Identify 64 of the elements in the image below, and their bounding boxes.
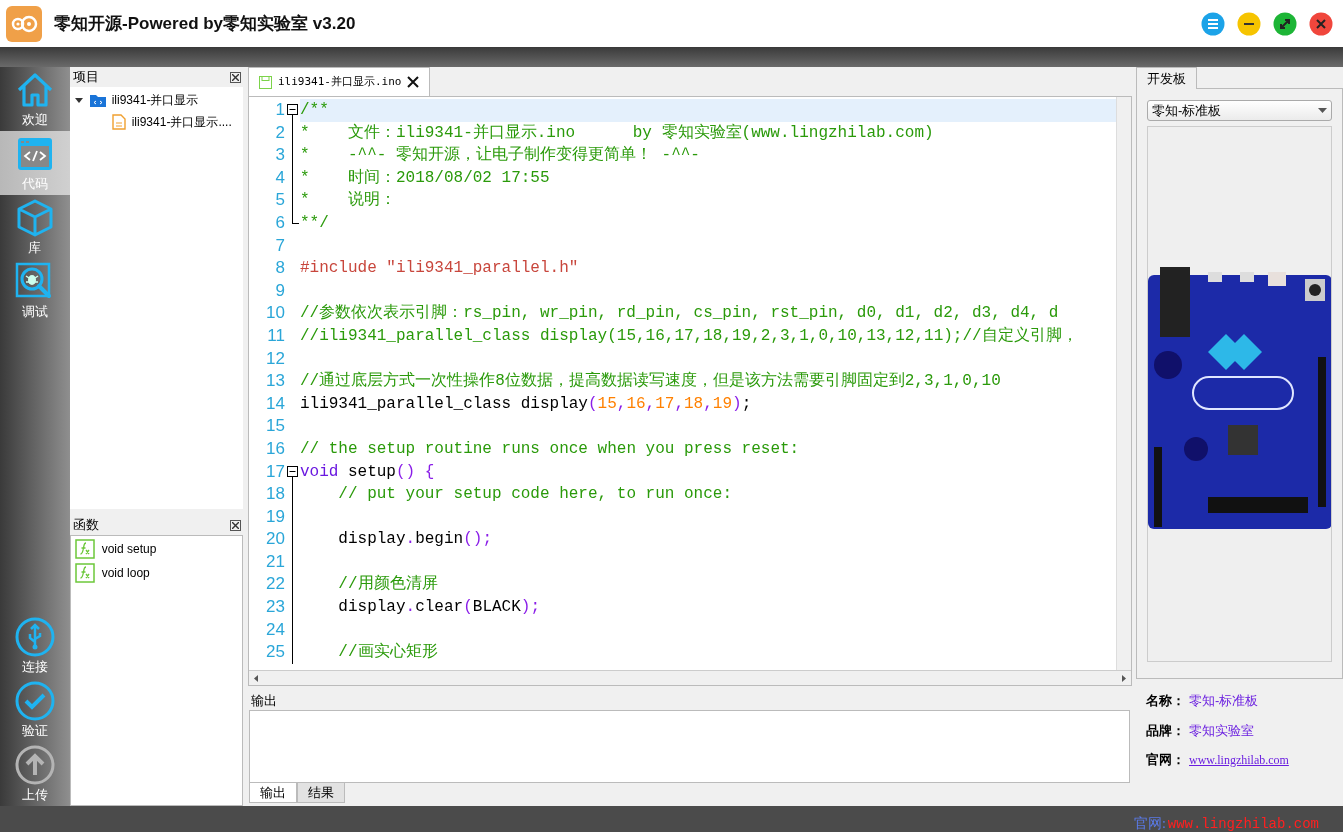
panel-title: 函数: [72, 516, 99, 535]
expanded-caret-icon[interactable]: [73, 95, 84, 105]
menu-icon[interactable]: [1201, 11, 1225, 36]
collapse-icon[interactable]: [286, 465, 298, 477]
code-text: /**: [299, 100, 329, 121]
code-text: * 说明：: [299, 190, 396, 212]
editor-tab[interactable]: ili9341-并口显示.ino: [247, 67, 431, 96]
window-title: 零知开源-Powered by零知实验室 v3.20: [54, 12, 356, 35]
code-text: * -^^- 零知开源，让电子制作变得更简单！ -^^-: [299, 144, 700, 167]
code-text: **/: [299, 212, 329, 234]
info-label: 名称：: [1146, 692, 1185, 710]
code-text: void setup() {: [299, 461, 435, 483]
info-label: 品牌：: [1146, 721, 1185, 740]
dropdown-caret-icon: [1318, 108, 1327, 113]
vertical-scrollbar[interactable]: [1116, 97, 1131, 670]
info-value: 零知实验室: [1189, 721, 1254, 740]
function-icon: [74, 563, 95, 583]
check-icon: [14, 681, 55, 721]
usb-icon: [14, 617, 55, 657]
website-link[interactable]: www.lingzhilab.com: [1189, 750, 1289, 769]
tree-item[interactable]: ili9341-并口显示: [69, 89, 243, 111]
code-text: * 文件：ili9341-并口显示.ino by 零知实验室(www.lingzhilab.com): [299, 122, 934, 144]
nav-item[interactable]: 欢迎: [0, 67, 70, 131]
output-tab[interactable]: 结果: [296, 783, 345, 803]
horizontal-scrollbar[interactable]: [248, 670, 1131, 685]
code-text: // put your setup code here, to run once:: [337, 484, 732, 506]
panel-title: 项目: [72, 68, 99, 87]
tree-item[interactable]: ili9341-并口显示....: [69, 111, 243, 133]
collapse-icon[interactable]: [286, 104, 298, 115]
info-label: 官网：: [1146, 751, 1185, 769]
action-button[interactable]: 连接: [0, 614, 70, 678]
minimize-icon[interactable]: [1237, 11, 1261, 36]
code-text: //参数依次表示引脚：rs_pin, wr_pin, rd_pin, cs_pin, rst_pin, d0, d1, d2, d3, d4, d: [299, 303, 1059, 325]
close-icon[interactable]: [407, 76, 420, 88]
code-text: display.begin();: [337, 529, 492, 551]
footer-label: 官网:: [1133, 816, 1166, 832]
function-icon: [74, 539, 95, 559]
board-select[interactable]: 零知-标准板: [1147, 100, 1332, 121]
maximize-icon[interactable]: [1273, 11, 1297, 36]
code-text: ili9341_parallel_class display(15,16,17,18,19);: [299, 393, 752, 415]
action-button[interactable]: 验证: [0, 678, 70, 742]
folder-icon: [89, 93, 106, 107]
app-logo-icon: [6, 5, 42, 42]
close-icon[interactable]: [229, 71, 241, 83]
nav-item[interactable]: 库: [0, 195, 70, 259]
panel-title: 输出: [250, 692, 277, 711]
code-text: //通过底层方式一次性操作8位数据，提高数据读写速度，但是该方法需要引脚固定到2,3,1,0,10: [299, 370, 1001, 393]
output-tab[interactable]: 输出: [248, 783, 297, 803]
function-item[interactable]: void setup: [70, 537, 242, 561]
code-text: display.clear(BLACK);: [337, 597, 540, 619]
code-text: //用颜色清屏: [337, 573, 438, 596]
file-icon: [111, 114, 126, 130]
board-tab[interactable]: 开发板: [1136, 67, 1197, 89]
save-icon: [258, 75, 272, 89]
code-text: //ili9341_parallel_class display(15,16,17,18,19,2,3,1,0,10,13,12,11);//自定义引脚，: [299, 325, 1078, 347]
code-text: #include "ili9341_parallel.h": [299, 258, 579, 280]
function-item[interactable]: void loop: [70, 561, 242, 585]
code-text: // the setup routine runs once when you press reset:: [299, 438, 800, 460]
close-icon[interactable]: [229, 519, 241, 531]
nav-item[interactable]: 调试: [0, 259, 70, 323]
close-icon[interactable]: [1309, 11, 1333, 36]
code-text: * 时间：2018/08/02 17:55: [299, 167, 550, 189]
info-value: 零知-标准板: [1189, 692, 1259, 710]
code-text: //画实心矩形: [337, 641, 438, 664]
